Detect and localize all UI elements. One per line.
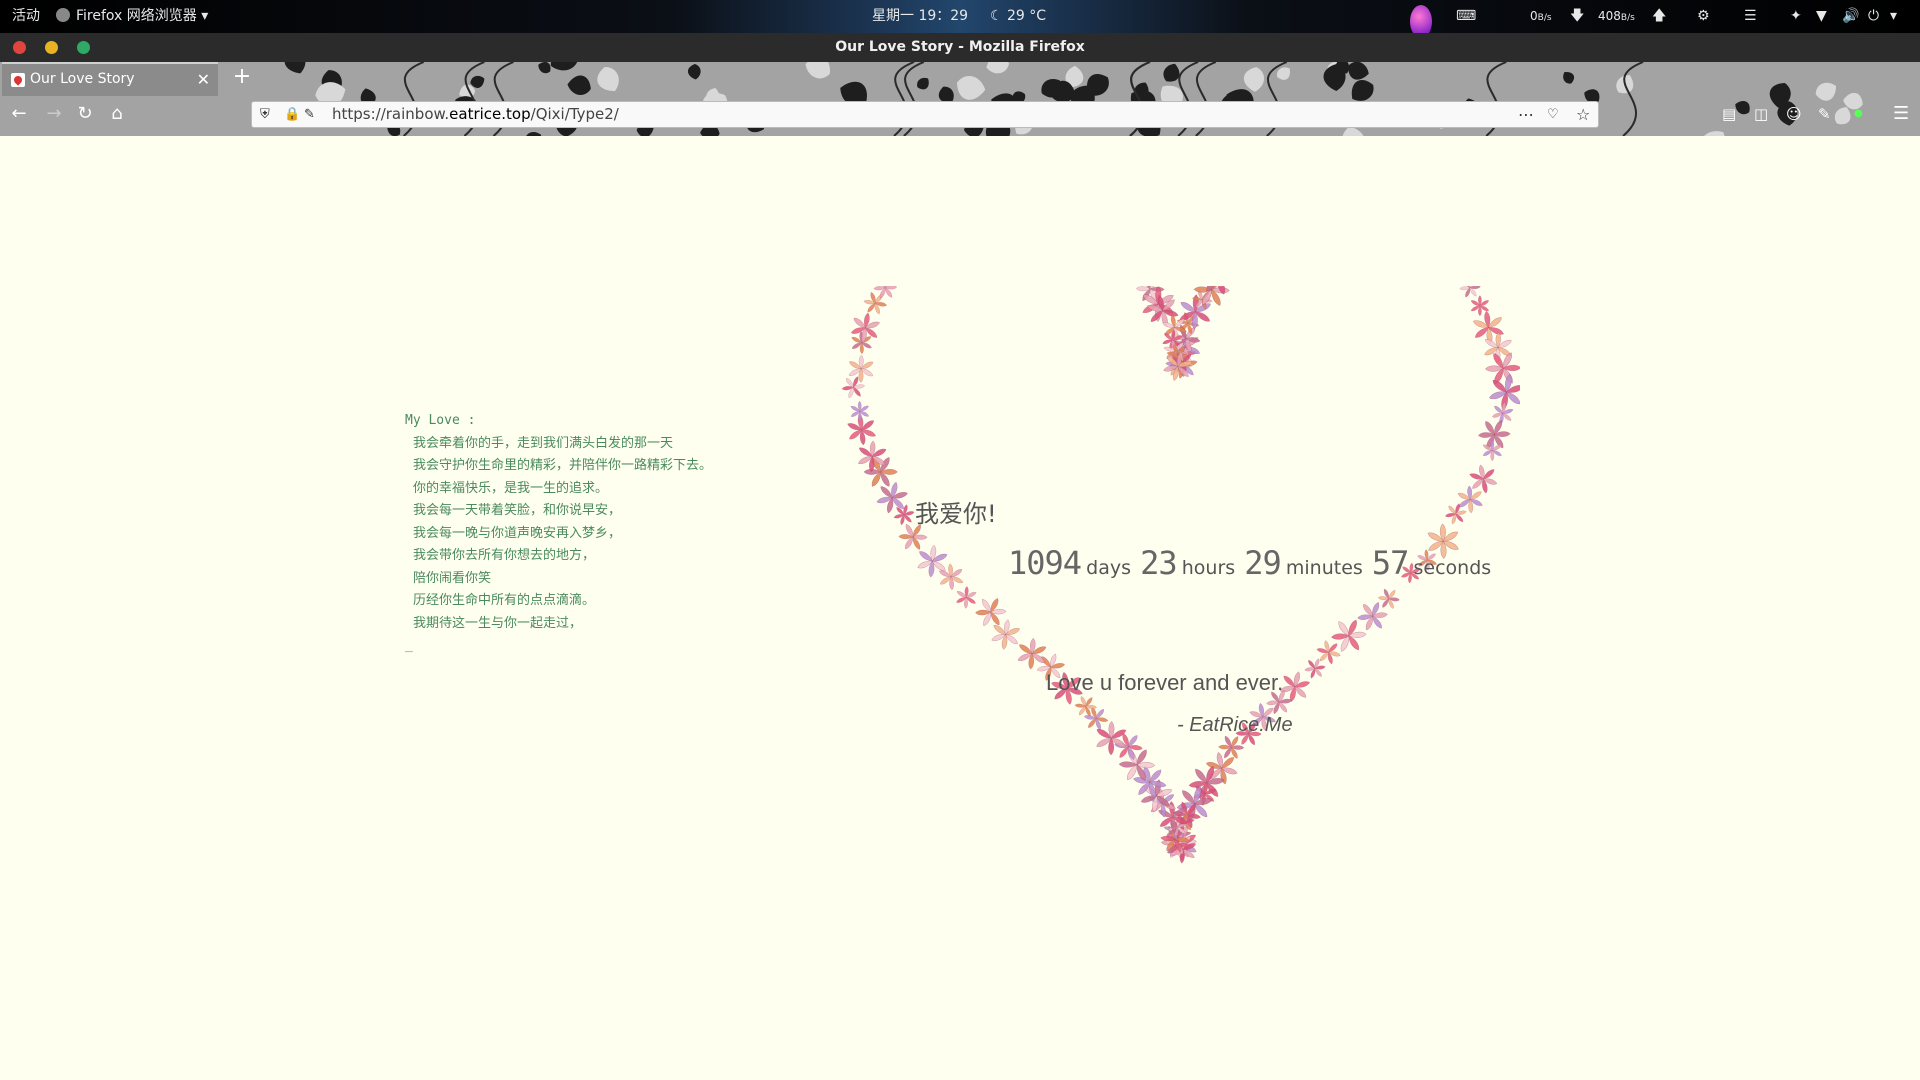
weather-temperature: 29 °C: [1007, 8, 1047, 24]
reload-button[interactable]: ↻: [71, 100, 99, 128]
home-button[interactable]: ⌂: [103, 100, 131, 128]
letter-line: 我期待这一生与你一起走过，: [413, 615, 583, 631]
letter-line: 我会守护你生命里的精彩，并陪伴你一路精彩下去。: [413, 458, 713, 473]
weather-indicator[interactable]: ☾ 29 °C: [990, 0, 1046, 33]
counter-minutes: 29: [1244, 544, 1282, 582]
counter-minutes-label: minutes: [1285, 557, 1363, 579]
net-download-value: 0: [1530, 9, 1538, 23]
petal-flower: [850, 400, 869, 422]
settings-tray-icon[interactable]: ⚙: [1697, 0, 1710, 33]
activities-button[interactable]: 活动: [12, 0, 40, 33]
letter-line: 你的幸福快乐，是我一生的追求。: [413, 480, 609, 496]
letter-line: 我会牵着你的手，走到我们满头白发的那一天: [413, 435, 674, 451]
tab-our-love-story[interactable]: Our Love Story ✕: [2, 62, 218, 96]
wifi-icon[interactable]: ▼: [1816, 0, 1827, 33]
library-icon[interactable]: ▤: [1722, 100, 1736, 128]
pocket-icon[interactable]: ♡: [1547, 102, 1559, 127]
counter-hours-label: hours: [1181, 557, 1236, 579]
clock[interactable]: 星期一 19：29: [872, 0, 968, 33]
letter-greeting: My Love :: [405, 413, 476, 428]
system-top-bar: 活动 Firefox 网络浏览器 ▾ 星期一 19：29 ☾ 29 °C ⌨ 0…: [0, 0, 1920, 38]
net-upload-value: 408: [1598, 9, 1621, 23]
keyboard-icon[interactable]: ⌨: [1456, 0, 1476, 33]
love-letter: My Love : 我会牵着你的手，走到我们满头白发的那一天 我会守护你生命里的…: [405, 410, 712, 658]
close-tab-icon[interactable]: ✕: [197, 64, 210, 95]
lock-icon[interactable]: 🔒: [284, 102, 300, 127]
close-window-button[interactable]: [13, 41, 26, 54]
typing-cursor: _: [405, 638, 413, 653]
letter-line: 历经你生命中所有的点点滴滴。: [413, 593, 596, 608]
petal-flower: [1457, 485, 1483, 514]
extension-dot-icon[interactable]: ●: [1854, 100, 1863, 128]
counter-seconds: 57: [1371, 544, 1410, 582]
flower-heart: [841, 286, 1520, 864]
petal-flower: [991, 619, 1021, 650]
url-prefix: https://rainbow.: [332, 105, 450, 123]
net-download: 0B/s: [1530, 0, 1552, 33]
network-icon[interactable]: ✦: [1790, 0, 1802, 33]
net-download-unit: B/s: [1537, 13, 1552, 23]
url-domain: eatrice.top: [449, 105, 531, 123]
chevron-down-icon[interactable]: ▾: [1890, 0, 1897, 33]
page-actions-icon[interactable]: ⋯: [1518, 102, 1534, 127]
counter-hours: 23: [1140, 544, 1178, 582]
browser-toolbar: Our Love Story ✕ + ← → ↻ ⌂ ⛨ 🔒 ✎ https:/…: [0, 62, 1920, 136]
counter-days-label: days: [1086, 557, 1132, 579]
app-menu-label: Firefox 网络浏览器: [76, 8, 197, 24]
list-tray-icon[interactable]: ☰: [1744, 0, 1757, 33]
signature: - EatRice.Me: [1177, 714, 1293, 736]
permissions-icon[interactable]: ✎: [304, 102, 315, 127]
petal-flower: [1482, 439, 1502, 462]
window-title: Our Love Story - Mozilla Firefox: [835, 39, 1085, 55]
love-message: Love u forever and ever.: [1046, 670, 1284, 695]
hamburger-menu-icon[interactable]: ☰: [1893, 100, 1909, 128]
love-counter: 1094 days 23 hours 29 minutes 57 seconds: [1008, 544, 1495, 582]
tracking-shield-icon[interactable]: ⛨: [260, 102, 270, 127]
page-content: My Love : 我会牵着你的手，走到我们满头白发的那一天 我会守护你生命里的…: [0, 136, 1920, 1080]
window-titlebar: Our Love Story - Mozilla Firefox: [0, 33, 1920, 62]
petal-flower: [1478, 420, 1511, 450]
petal-flower: [863, 292, 887, 315]
firefox-icon: [56, 8, 70, 22]
petal-flower: [956, 586, 977, 609]
petal-flower: [1377, 588, 1400, 609]
forward-button[interactable]: →: [40, 100, 68, 128]
new-tab-button[interactable]: +: [230, 62, 254, 94]
power-icon[interactable]: ⏻: [1868, 0, 1879, 33]
volume-icon[interactable]: 🔊: [1842, 0, 1859, 33]
minimize-window-button[interactable]: [45, 41, 58, 54]
net-upload-unit: B/s: [1620, 13, 1635, 23]
letter-line: 我会每一天带着笑脸，和你说早安，: [413, 503, 622, 518]
sidebar-icon[interactable]: ◫: [1754, 100, 1768, 128]
petal-flower: [975, 598, 1007, 627]
back-button[interactable]: ←: [5, 100, 33, 128]
url-text[interactable]: https://rainbow.eatrice.top/Qixi/Type2/: [332, 102, 619, 127]
maximize-window-button[interactable]: [77, 41, 90, 54]
letter-line: 我会带你去所有你想去的地方，: [413, 548, 596, 563]
extension-icon[interactable]: ✎: [1818, 100, 1831, 128]
upload-arrow-icon: 🡅: [1652, 8, 1667, 24]
counter-seconds-label: seconds: [1413, 557, 1492, 579]
tab-favicon: [11, 73, 25, 87]
letter-line: 我会每一晚与你道声晚安再入梦乡，: [413, 525, 622, 541]
counter-days: 1094: [1008, 544, 1082, 582]
account-icon[interactable]: ☺: [1786, 100, 1802, 128]
url-path: /Qixi/Type2/: [530, 105, 619, 123]
heart-headline: 我爱你!: [915, 500, 997, 528]
download-arrow-icon: 🡇: [1570, 8, 1585, 24]
chevron-down-icon: ▾: [201, 8, 209, 24]
moon-icon: ☾: [990, 8, 1003, 24]
letter-line: 陪你闹看你笑: [413, 570, 492, 586]
petal-flower: [1304, 658, 1326, 679]
bookmark-star-icon[interactable]: ☆: [1576, 102, 1590, 127]
net-upload: 408B/s: [1598, 0, 1635, 33]
app-menu[interactable]: Firefox 网络浏览器 ▾: [56, 0, 208, 33]
url-bar[interactable]: ⛨ 🔒 ✎ https://rainbow.eatrice.top/Qixi/T…: [251, 101, 1599, 128]
tab-title: Our Love Story: [30, 71, 135, 87]
